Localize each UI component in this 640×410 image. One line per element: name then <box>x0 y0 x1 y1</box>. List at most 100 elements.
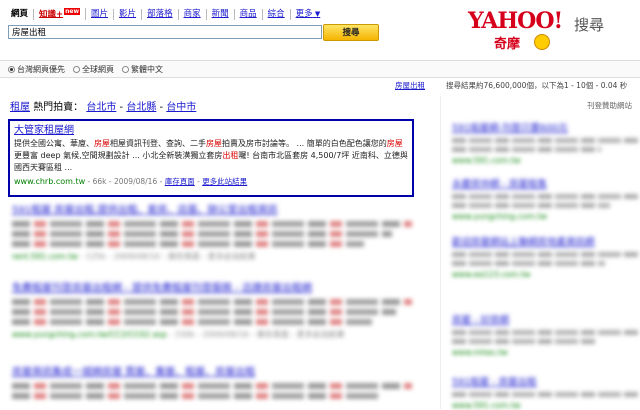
radio-icon <box>8 65 15 73</box>
ad-item: 永慶房仲網 - 房屋租售 www.yungching.com.tw <box>452 176 638 221</box>
ad-snippet <box>452 138 638 143</box>
tab-label: 網頁 <box>11 8 29 19</box>
scope-radio-1[interactable]: 全球網頁 <box>73 64 114 75</box>
snippet-text: 相屋資訊刊登、查詢、二手 <box>110 139 206 148</box>
ad-url: www.ea123.com.tw <box>452 270 531 279</box>
logo-suffix: 搜尋 <box>574 16 605 34</box>
ad-snippet <box>452 330 638 335</box>
result-title[interactable]: 房屋資訊集成一城網房屋 買屋、賣屋、租屋、房屋出租 <box>12 366 412 379</box>
scope-radio-2[interactable]: 繁體中文 <box>122 64 163 75</box>
ad-snippet <box>452 252 638 257</box>
logo-brand: YAHOO! <box>468 8 563 34</box>
ad-url: www.yungching.com.tw <box>452 212 548 221</box>
ad-snippet <box>452 203 611 208</box>
tab-label: 綜合 <box>267 8 285 19</box>
radio-icon <box>73 65 80 73</box>
snippet-text: 更豐富 deep 氣候,空間規劃設計 ... 小北全新裝潢獨立套房 <box>14 151 223 160</box>
tab-1[interactable]: 知識+ new <box>34 7 87 21</box>
ad-item: 房屋 - 好房網 www.mhes.tw <box>452 312 638 357</box>
result-snippet <box>12 231 392 237</box>
breadcrumb-sep: - <box>116 102 127 113</box>
tab-label: 新聞 <box>211 8 229 19</box>
breadcrumb-link-taichung[interactable]: 台中市 <box>166 102 196 113</box>
result-size: 66k <box>92 177 107 186</box>
ad-title[interactable]: 591租屋 - 房屋出租 <box>452 374 638 388</box>
snippet-text: 提供全國公寓、華廈、 <box>14 139 94 148</box>
search-result: 免費租屋刊登房屋出租網 - 提供免費租屋刊登服務 - 迅捷房屋出租網 www.y… <box>12 282 412 340</box>
ad-title[interactable]: 房屋 - 好房網 <box>452 312 638 326</box>
ad-url: www.591.com.tw <box>452 156 521 165</box>
logo-sub: 奇摩 <box>494 37 521 52</box>
tab-label: 商品 <box>239 8 257 19</box>
ad-snippet <box>452 339 598 344</box>
result-date: 2009/08/16 <box>113 177 158 186</box>
scope-radio-0[interactable]: 台灣網頁優先 <box>8 64 65 75</box>
result-snippet <box>12 383 412 389</box>
result-snippet <box>12 221 412 227</box>
result-meta: www.yungching.com.tw/CC2/CC02.asp - 150k… <box>12 329 412 340</box>
search-button[interactable]: 搜尋 <box>323 24 379 41</box>
tab-4[interactable]: 部落格 <box>142 8 179 20</box>
search-result: 房屋資訊集成一城網房屋 買屋、賣屋、租屋、房屋出租 <box>12 366 412 399</box>
result-snippet <box>12 299 412 305</box>
snippet-highlight: 出租 <box>222 151 239 160</box>
breadcrumb-link-taipei-county[interactable]: 台北縣 <box>126 102 156 113</box>
featured-result-snippet: 提供全國公寓、華廈、房屋相屋資訊刊登、查詢、二手房屋拍賣及房市討論等。 ... … <box>14 138 408 174</box>
ad-item: 591租屋 - 房屋出租 www.591.com.tw <box>452 374 638 410</box>
chevron-down-icon: ▼ <box>312 9 321 18</box>
smiley-icon <box>534 34 550 50</box>
yahoo-logo[interactable]: YAHOO! 搜尋 奇摩 <box>460 6 638 54</box>
ad-snippet <box>452 147 601 152</box>
tab-label: 影片 <box>119 8 137 19</box>
search-input[interactable] <box>8 25 322 39</box>
breadcrumb-category[interactable]: 租屋 <box>10 102 30 113</box>
result-snippet <box>12 309 396 315</box>
scope-label: 繁體中文 <box>131 64 163 74</box>
more-results-link[interactable]: 更多此站結果 <box>202 177 247 186</box>
result-title[interactable]: 免費租屋刊登房屋出租網 - 提供免費租屋刊登服務 - 迅捷房屋出租網 <box>12 282 412 295</box>
breadcrumb: 租屋 熱門拍賣： 台北市 - 台北縣 - 台中市 <box>10 98 196 113</box>
result-title[interactable]: 591租屋 房屋出租,提供出租、套房、店面、辦公室出租資訊 <box>12 204 412 217</box>
ad-title[interactable]: 歡迎房屋網站上聯網房地產資訊網 <box>452 234 638 248</box>
tab-8[interactable]: 綜合 <box>263 8 291 20</box>
result-snippet <box>12 319 372 325</box>
tab-3[interactable]: 影片 <box>114 8 143 20</box>
ad-url: www.mhes.tw <box>452 348 508 357</box>
tab-2[interactable]: 圖片 <box>86 8 115 20</box>
ad-snippet <box>452 392 638 397</box>
result-snippet <box>12 241 364 247</box>
ad-item: 591租屋網-刊登只要600元 www.591.com.tw <box>452 120 638 165</box>
tab-9[interactable]: 更多 ▼ <box>291 9 326 20</box>
result-meta-text: - 150k - 2009/08/16 - 庫存頁面 - 更多此站結果 <box>166 330 345 339</box>
snippet-highlight: 房屋 <box>386 139 403 148</box>
featured-result: 大管家租屋網 提供全國公寓、華廈、房屋相屋資訊刊登、查詢、二手房屋拍賣及房市討論… <box>8 119 414 197</box>
tab-5[interactable]: 商家 <box>179 8 207 20</box>
ad-snippet <box>452 194 638 199</box>
result-meta: rent.591.com.tw - 125k - 2009/08/10 - 庫存… <box>12 251 412 262</box>
result-meta-text: - 125k - 2009/08/10 - 庫存頁面 - 更多此站結果 <box>77 252 256 261</box>
radio-icon <box>122 65 129 73</box>
tab-6[interactable]: 新聞 <box>207 8 235 20</box>
snippet-highlight: 房屋 <box>206 139 222 148</box>
column-divider <box>440 96 441 409</box>
scope-label: 台灣網頁優先 <box>17 64 65 74</box>
tab-7[interactable]: 商品 <box>235 8 263 20</box>
tab-0[interactable]: 網頁 <box>6 8 35 20</box>
tab-label: 圖片 <box>91 8 109 19</box>
ad-title[interactable]: 永慶房仲網 - 房屋租售 <box>452 176 638 190</box>
ad-title[interactable]: 591租屋網-刊登只要600元 <box>452 120 638 134</box>
breadcrumb-link-taipei-city[interactable]: 台北市 <box>86 102 116 113</box>
scope-label: 全球網頁 <box>82 64 114 74</box>
result-snippet <box>12 393 380 399</box>
breadcrumb-label: 熱門拍賣： <box>33 102 84 113</box>
vertical-tabs: 網頁 知識+ new 圖片 影片 部落格 商家 新聞 商品 綜合 更多 ▼ <box>6 6 325 22</box>
cache-link[interactable]: 庫存頁面 <box>165 177 195 186</box>
featured-result-title[interactable]: 大管家租屋網 <box>14 124 408 137</box>
featured-result-meta: www.chrb.com.tw - 66k - 2009/08/16 - 庫存頁… <box>14 177 248 186</box>
query-link[interactable]: 房屋出租 <box>395 80 425 91</box>
tab-label: 更多 <box>295 8 313 19</box>
snippet-text: 拍賣及房市討論等。 ... 簡單的白色配色讓您的 <box>222 139 387 148</box>
sponsored-label: 刊登贊助網站 <box>587 101 632 110</box>
ad-snippet <box>452 261 605 266</box>
tab-label: 知識+ <box>39 9 64 20</box>
